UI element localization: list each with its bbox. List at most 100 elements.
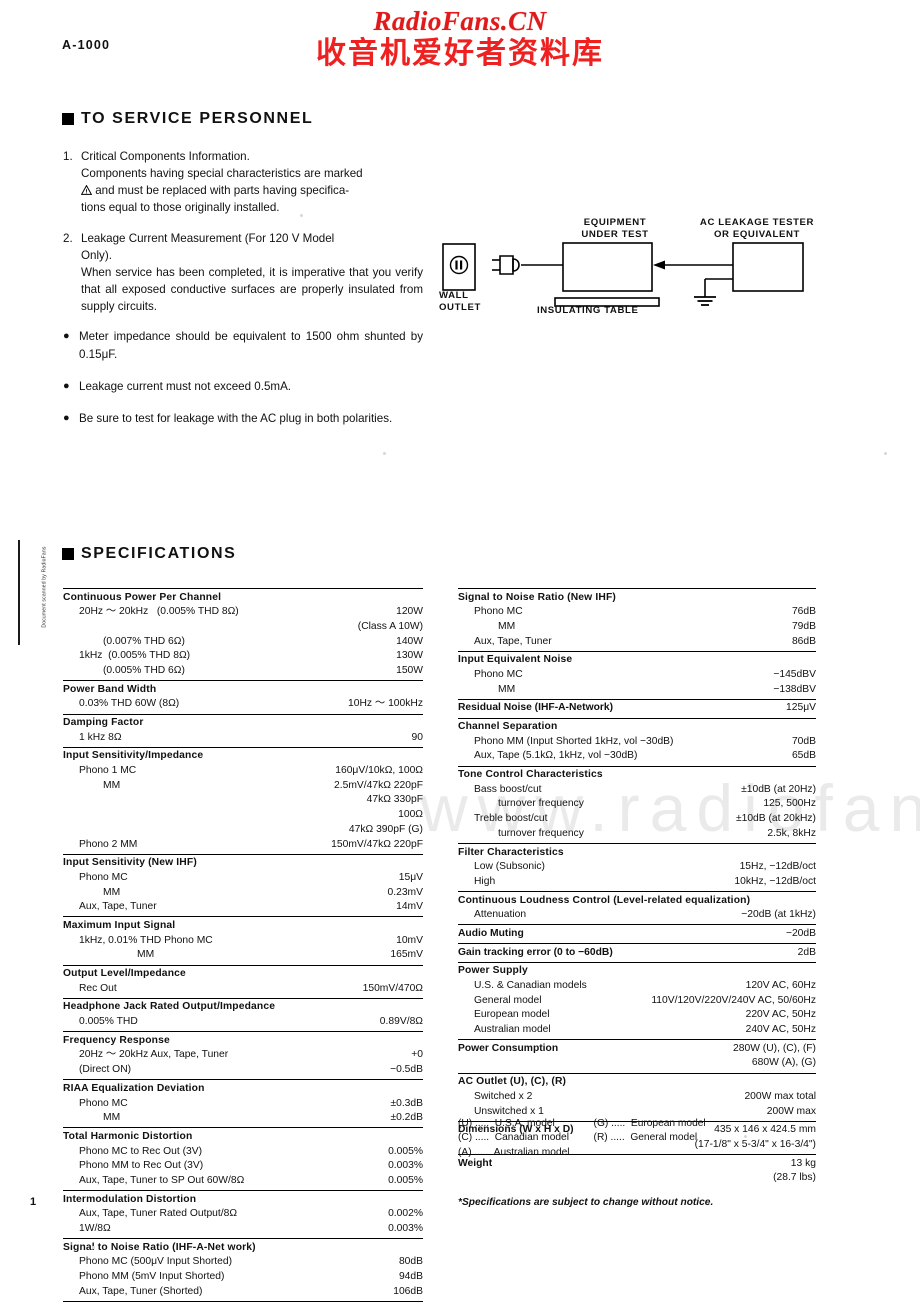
spec-row-value: −20dB (at 1kHz) xyxy=(741,909,816,921)
spec-row: Phono MM (Input Shorted 1kHz, vol −30dB)… xyxy=(458,734,816,749)
spec-row-label: European model xyxy=(474,1009,550,1021)
spec-row-label: Phono MC xyxy=(79,871,128,883)
spec-row-label: 1kHz, 0.01% THD Phono MC xyxy=(79,934,213,946)
spec-row-value: 110V/120V/220V/240V AC, 50/60Hz xyxy=(651,994,816,1006)
spec-row-value: 200W max total xyxy=(744,1090,816,1102)
spec-group: Signal to Noise Ratio (IHF-A-Net work) Ph… xyxy=(63,1238,423,1302)
spec-row: MM 165mV xyxy=(63,948,423,963)
spec-group: Output Level/Impedance Rec Out 150mV/470Ω xyxy=(63,964,423,998)
spec-row-value: 150mV/470Ω xyxy=(362,982,423,994)
spec-row-value: 14mV xyxy=(396,901,423,913)
spec-row: Aux, Tape, Tuner to SP Out 60W/8Ω 0.005% xyxy=(63,1173,423,1188)
spec-row: Audio Muting −20dB xyxy=(458,926,816,941)
spec-row-label: 1 kHz 8Ω xyxy=(79,731,122,743)
margin-artifact-text: Document scanned by RadioFans xyxy=(41,546,48,628)
spec-row-value: ±10dB (at 20kHz) xyxy=(735,813,816,825)
spec-row: Gain tracking error (0 to −60dB) 2dB xyxy=(458,945,816,960)
spec-row: High 10kHz, −12dB/oct xyxy=(458,874,816,889)
spec-row-value: 10Hz ～ 100kHz xyxy=(348,698,423,710)
spec-row-value: 150W xyxy=(396,664,423,676)
service-item-1-line1: Critical Components Information. xyxy=(81,150,250,163)
spec-row-value: 125, 500Hz xyxy=(763,798,816,810)
spec-row-label: Aux, Tape, Tuner to SP Out 60W/8Ω xyxy=(79,1174,245,1186)
spec-row-label: Switched x 2 xyxy=(474,1090,533,1102)
spec-row-value: 70dB xyxy=(791,735,816,747)
scan-speck xyxy=(383,452,386,455)
bullet-dot-icon: ● xyxy=(63,330,70,343)
spec-group-title: Total Harmonic Distortion xyxy=(63,1130,193,1142)
spec-row: 47kΩ 390pF (G) xyxy=(63,822,423,837)
specifications-left-column: Continuous Power Per Channel 20Hz ～ 20kHz… xyxy=(63,588,423,1302)
spec-row-value: 0.002% xyxy=(388,1208,423,1220)
spec-row-label: Residual Noise (IHF-A-Network) xyxy=(458,702,614,714)
spec-row-label: 0.005% THD xyxy=(79,1016,138,1028)
spec-row: 1W/8Ω 0.003% xyxy=(63,1222,423,1237)
spec-row-label: Phono MC xyxy=(474,668,523,680)
spec-row-value: 140W xyxy=(396,635,423,647)
spec-group: Filter Characteristics Low (Subsonic) 15Hz… xyxy=(458,843,816,891)
diagram-label-insulating-table: INSULATING TABLE xyxy=(537,305,639,316)
spec-row-value: 120V AC, 60Hz xyxy=(745,980,816,991)
spec-group-title: Headphone Jack Rated Output/Impedance xyxy=(63,1001,276,1013)
spec-row: 1kHz (0.005% THD 8Ω) 130W xyxy=(63,649,423,664)
spec-row-value: +0 xyxy=(411,1049,423,1061)
model-code-legend: (U) ..... U.S.A. model (C) ..... Canadia… xyxy=(458,1117,818,1160)
spec-row-label: MM xyxy=(103,779,121,791)
specifications-heading: SPECIFICATIONS xyxy=(62,545,236,563)
spec-row: turnover frequency 125, 500Hz xyxy=(458,797,816,812)
spec-group: Power Supply U.S. & Canadian models 120V A… xyxy=(458,961,816,1039)
spec-row: Rec Out 150mV/470Ω xyxy=(63,981,423,996)
model-number: A-1000 xyxy=(62,38,111,52)
diagram-label-wall-outlet: WALL OUTLET xyxy=(439,290,481,314)
spec-row: (0.007% THD 6Ω) 140W xyxy=(63,634,423,649)
spec-row-label: 1kHz (0.005% THD 8Ω) xyxy=(79,650,191,662)
scan-margin-artifact: Document scanned by RadioFans xyxy=(18,540,48,645)
spec-row-label: Aux, Tape (5.1kΩ, 1kHz, vol −30dB) xyxy=(474,750,638,762)
service-item-1: 1. Critical Components Information. Comp… xyxy=(63,148,423,217)
spec-row: Aux, Tape, Tuner Rated Output/8Ω 0.002% xyxy=(63,1207,423,1222)
spec-group-title: Damping Factor xyxy=(63,717,144,728)
spec-row-label: Phono MC xyxy=(474,606,523,618)
spec-row: Phono MM to Rec Out (3V) 0.003% xyxy=(63,1159,423,1174)
spec-row-label: turnover frequency xyxy=(498,827,584,839)
diagram-label-ac-leakage-tester: AC LEAKAGE TESTER OR EQUIVALENT xyxy=(699,217,815,241)
square-bullet-icon xyxy=(62,548,74,560)
spec-row: General model 110V/120V/220V/240V AC, 50/… xyxy=(458,993,816,1008)
spec-group: Residual Noise (IHF-A-Network) 125μV xyxy=(458,698,816,718)
spec-row-label: High xyxy=(474,875,496,887)
spec-row-label: MM xyxy=(103,886,121,898)
spec-row-value: 0.005% xyxy=(388,1174,423,1186)
spec-row-value: 47kΩ 330pF xyxy=(366,794,423,806)
spec-row: MM −138dBV xyxy=(458,682,816,697)
spec-row-value: 94dB xyxy=(398,1271,423,1283)
spec-row-value: 10mV xyxy=(396,934,423,946)
legend-column-2: (G) ..... European model (R) ..... Gener… xyxy=(593,1118,706,1144)
spec-row-label: (0.005% THD 6Ω) xyxy=(103,664,185,676)
spec-row: Phono MC ±0.3dB xyxy=(63,1096,423,1111)
spec-row-label: Phono MM to Rec Out (3V) xyxy=(79,1160,204,1172)
spec-row-value: 0.89V/8Ω xyxy=(379,1016,423,1028)
spec-row-label: Rec Out xyxy=(79,982,117,994)
spec-row-value: ±0.3dB xyxy=(390,1097,423,1109)
spec-row-label: Phono 2 MM xyxy=(79,838,138,850)
spec-group: Intermodulation Distortion Aux, Tape, Tun… xyxy=(63,1190,423,1238)
spec-row-label: MM xyxy=(137,949,155,961)
spec-group-title: Maximum Input Signal xyxy=(63,919,176,931)
spec-row: Bass boost/cut ±10dB (at 20Hz) xyxy=(458,782,816,797)
service-personnel-heading-text: TO SERVICE PERSONNEL xyxy=(81,110,314,127)
spec-group: Input Sensitivity/Impedance Phono 1 MC 160… xyxy=(63,746,423,854)
spec-row: Switched x 2 200W max total xyxy=(458,1089,816,1104)
spec-row-value: 15μV xyxy=(398,871,423,883)
square-bullet-icon xyxy=(62,113,74,125)
spec-group: Damping Factor 1 kHz 8Ω 90 xyxy=(63,713,423,747)
spec-row-value: 0.23mV xyxy=(387,886,424,898)
bullet-dot-icon: ● xyxy=(63,379,70,392)
spec-row-value: 0.003% xyxy=(388,1160,423,1172)
spec-group: Continuous Loudness Control (Level-relat… xyxy=(458,891,816,924)
spec-row-value: 0.003% xyxy=(388,1223,423,1234)
spec-row: (Class A 10W) xyxy=(63,619,423,634)
spec-row-label: Treble boost/cut xyxy=(474,813,548,825)
spec-row-value: 0.005% xyxy=(388,1145,423,1157)
spec-group: RIAA Equalization Deviation Phono MC ±0.3d… xyxy=(63,1079,423,1127)
spec-row-value: 47kΩ 390pF (G) xyxy=(348,823,423,835)
